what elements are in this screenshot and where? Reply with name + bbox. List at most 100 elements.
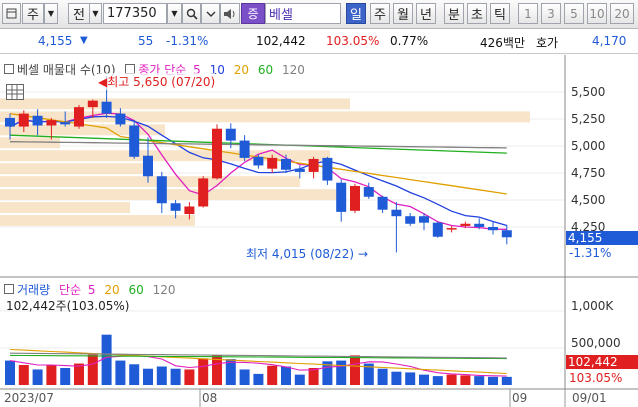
speaker-icon[interactable] bbox=[220, 3, 240, 24]
price-change: 55 bbox=[138, 34, 154, 48]
search-icon[interactable] bbox=[182, 3, 201, 24]
volume-profile-bar bbox=[0, 98, 350, 110]
interval-10[interactable]: 10 bbox=[587, 3, 607, 24]
volume-bar bbox=[87, 354, 98, 385]
candle-body bbox=[281, 158, 291, 170]
vma20-label: 20 bbox=[104, 283, 120, 297]
candle-body bbox=[363, 187, 374, 197]
quote-info-bar: 4,155 ▼ 55 -1.31% 102,442 103.05% 0.77% … bbox=[0, 29, 638, 54]
volume-bar bbox=[253, 373, 264, 385]
volume-bar bbox=[405, 372, 416, 385]
code-dropdown-icon[interactable]: ▼ bbox=[167, 3, 182, 24]
chevron-down-icon[interactable] bbox=[201, 3, 220, 24]
candle-body bbox=[239, 140, 250, 158]
candle-body bbox=[405, 216, 416, 224]
mode-dropdown-icon[interactable]: ▼ bbox=[90, 3, 102, 24]
period-tab-minute[interactable]: 분 bbox=[444, 3, 464, 24]
interval-20[interactable]: 20 bbox=[610, 3, 634, 24]
volume-bar bbox=[377, 368, 388, 385]
volume-bar bbox=[184, 369, 195, 385]
volume-profile-bar bbox=[0, 163, 150, 175]
volume-bar bbox=[460, 375, 471, 385]
price-tick: 5,500 bbox=[571, 85, 606, 99]
candle-body bbox=[5, 117, 15, 127]
period-tab-day[interactable]: 일 bbox=[346, 3, 366, 24]
stock-code-input[interactable]: 177350 bbox=[103, 3, 167, 24]
xaxis-label: 2023/07 bbox=[4, 391, 54, 405]
period-tab-second[interactable]: 초 bbox=[467, 3, 487, 24]
current-change-tag: -1.31% bbox=[569, 246, 612, 260]
volume-bar bbox=[198, 358, 209, 385]
price-tick: 5,000 bbox=[571, 139, 606, 153]
vma5-label: 5 bbox=[87, 283, 96, 297]
period-tab-month[interactable]: 월 bbox=[393, 3, 413, 24]
candle-body bbox=[198, 178, 209, 207]
period-tab-week[interactable]: 주 bbox=[370, 3, 390, 24]
stock-prefix-badge[interactable]: 증 bbox=[241, 3, 265, 24]
candle-body bbox=[350, 185, 360, 211]
volume-bar bbox=[101, 334, 112, 385]
volume-profile-bar bbox=[0, 215, 195, 226]
window-icon[interactable] bbox=[2, 3, 21, 24]
candle-body bbox=[308, 158, 319, 172]
volume-ratio: 103.05% bbox=[326, 34, 380, 48]
grid-toggle-icon[interactable] bbox=[6, 84, 24, 100]
candle-body bbox=[488, 227, 498, 231]
volume-bar bbox=[474, 376, 485, 385]
volume-profile-bar bbox=[0, 189, 340, 201]
volume-tick: 1,000K bbox=[571, 299, 614, 313]
volume-bar bbox=[170, 368, 181, 385]
legend-box-icon[interactable] bbox=[4, 64, 14, 74]
candle-body bbox=[74, 107, 84, 127]
candle-body bbox=[143, 155, 153, 177]
toolbar: 주 ▼ 전 ▼ 177350 ▼ 증 베셀 일 주 월 년 분 초 틱 1 3 … bbox=[0, 0, 638, 29]
candle-body bbox=[391, 209, 402, 217]
volume-bar bbox=[432, 376, 443, 385]
period-tab-year[interactable]: 년 bbox=[416, 3, 436, 24]
candle-body bbox=[129, 125, 140, 157]
candle-body bbox=[46, 120, 57, 126]
vma60-label: 60 bbox=[128, 283, 144, 297]
candle-body bbox=[432, 222, 443, 237]
interval-1[interactable]: 1 bbox=[518, 3, 538, 24]
price-change-pct: -1.31% bbox=[166, 34, 209, 48]
market-dropdown-icon[interactable]: ▼ bbox=[44, 3, 58, 24]
interval-5[interactable]: 5 bbox=[564, 3, 584, 24]
volume-bar bbox=[156, 366, 167, 385]
stock-name-field[interactable]: 베셀 bbox=[265, 3, 341, 24]
candle-body bbox=[446, 228, 457, 230]
candle-body bbox=[336, 182, 347, 212]
mode-select[interactable]: 전 bbox=[68, 3, 90, 24]
volume-bar bbox=[74, 363, 84, 385]
volume-tick: 500,000 bbox=[571, 336, 621, 350]
candle-body bbox=[101, 101, 112, 114]
volume-bar bbox=[115, 360, 126, 385]
vma-legend-label: 단순 bbox=[58, 283, 82, 297]
candle-body bbox=[32, 115, 43, 126]
volume-profile-bar bbox=[0, 202, 130, 214]
market-select[interactable]: 주 bbox=[22, 3, 44, 24]
volume-bar bbox=[488, 376, 498, 385]
volume-bar bbox=[419, 374, 429, 385]
volume-bar bbox=[18, 365, 29, 385]
interval-3[interactable]: 3 bbox=[541, 3, 561, 24]
period-tab-tick[interactable]: 틱 bbox=[490, 3, 510, 24]
stock-chart[interactable] bbox=[0, 55, 638, 407]
volume-bar bbox=[294, 374, 305, 385]
volume-bar bbox=[5, 360, 15, 385]
current-price-tag: 4,155 bbox=[566, 231, 638, 245]
candle-body bbox=[87, 100, 98, 108]
volume-bar bbox=[32, 369, 43, 385]
candle-body bbox=[267, 157, 278, 169]
low-annotation: 최저 4,015 (08/22) → bbox=[246, 247, 369, 261]
price-tick: 4,750 bbox=[571, 166, 606, 180]
volume-bar bbox=[267, 365, 278, 385]
candle-body bbox=[322, 157, 333, 181]
volume-bar bbox=[46, 365, 57, 385]
candle-body bbox=[156, 176, 167, 204]
left-arrow-icon: ◀ bbox=[98, 75, 108, 89]
bid-label: 호가 bbox=[536, 36, 559, 50]
volume-legend-box-icon[interactable] bbox=[4, 284, 14, 294]
volume-bar bbox=[129, 364, 140, 385]
candle-body bbox=[460, 223, 471, 226]
